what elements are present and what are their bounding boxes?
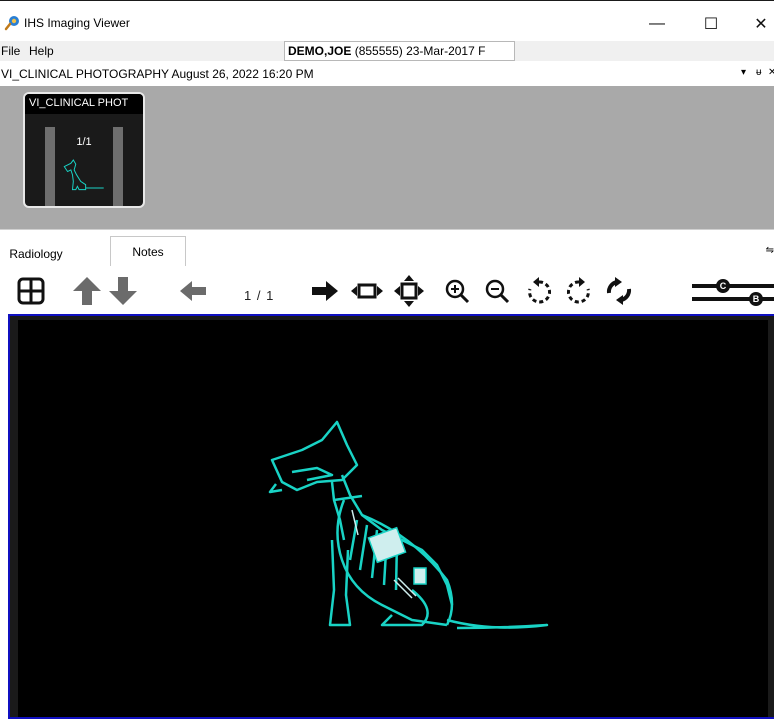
panel-close-icon[interactable]: ✕	[768, 67, 774, 78]
rotate-right-button[interactable]	[562, 274, 596, 308]
thumbnail-panel: VI_CLINICAL PHOT 1/1	[0, 86, 774, 229]
tab-strip: Radiology Notes ⇋	[0, 229, 774, 267]
rotate-right-icon	[567, 277, 590, 304]
flip-icon	[606, 277, 632, 305]
previous-series-button[interactable]	[70, 274, 104, 308]
grid-icon	[17, 277, 45, 305]
tab-radiology-label: Radiology	[9, 247, 63, 261]
arrow-right-icon	[312, 281, 338, 301]
tab-notes-label: Notes	[132, 245, 164, 259]
page-indicator: 1 / 1	[244, 288, 275, 303]
patient-name: DEMO,JOE	[288, 44, 352, 58]
series-thumbnail[interactable]: VI_CLINICAL PHOT 1/1	[23, 92, 145, 208]
arrow-down-icon	[109, 277, 137, 305]
fit-width-button[interactable]	[350, 274, 384, 308]
tab-notes[interactable]: Notes	[110, 236, 186, 267]
flip-button[interactable]	[602, 274, 636, 308]
fit-window-button[interactable]	[392, 274, 426, 308]
zoom-in-button[interactable]	[440, 274, 474, 308]
zoom-in-icon	[445, 279, 470, 304]
minimize-icon: —	[649, 15, 665, 32]
patient-details: (855555) 23-Mar-2017 F	[354, 44, 486, 58]
rotate-left-icon	[528, 277, 551, 304]
series-header: VI_CLINICAL PHOTOGRAPHY August 26, 2022 …	[0, 61, 774, 86]
next-image-button[interactable]	[308, 274, 342, 308]
patient-info: DEMO,JOE (855555) 23-Mar-2017 F	[284, 41, 515, 61]
arrow-up-icon	[73, 277, 101, 305]
next-series-button[interactable]	[106, 274, 140, 308]
dog-xray-image	[268, 420, 549, 630]
tab-overflow-icon[interactable]: ⇋	[766, 245, 774, 256]
menu-help[interactable]: Help	[29, 44, 54, 58]
dog-xray-thumbnail-image	[63, 159, 104, 191]
window-title: IHS Imaging Viewer	[24, 16, 130, 30]
maximize-icon: ☐	[703, 16, 719, 33]
previous-image-button[interactable]	[176, 274, 210, 308]
thumbnail-count: 1/1	[76, 136, 92, 148]
app-logo-icon	[4, 15, 20, 31]
chevron-down-icon[interactable]: ▾	[741, 67, 746, 78]
image-toolbar: 1 / 1 C B	[0, 266, 774, 314]
tab-radiology[interactable]: Radiology	[0, 239, 72, 267]
image-viewport[interactable]	[8, 314, 774, 719]
menu-file[interactable]: File	[1, 44, 20, 58]
thumbnail-label: VI_CLINICAL PHOT	[25, 94, 143, 114]
rotate-left-button[interactable]	[522, 274, 556, 308]
arrow-left-icon	[180, 281, 206, 301]
fit-width-icon	[351, 283, 383, 299]
pin-icon[interactable]: ᵾ	[756, 67, 761, 78]
zoom-out-button[interactable]	[480, 274, 514, 308]
title-bar: IHS Imaging Viewer — ☐ ✕	[0, 0, 774, 41]
contrast-slider-knob[interactable]: C	[716, 279, 730, 293]
close-icon: ✕	[754, 16, 768, 33]
close-button[interactable]: ✕	[738, 9, 774, 39]
maximize-button[interactable]: ☐	[688, 9, 734, 39]
brightness-slider-knob[interactable]: B	[749, 292, 763, 306]
layout-grid-button[interactable]	[14, 274, 48, 308]
contrast-slider[interactable]	[692, 284, 774, 288]
series-title: VI_CLINICAL PHOTOGRAPHY August 26, 2022 …	[1, 67, 314, 81]
fit-window-icon	[394, 275, 424, 307]
zoom-out-icon	[485, 279, 510, 304]
minimize-button[interactable]: —	[634, 9, 680, 39]
